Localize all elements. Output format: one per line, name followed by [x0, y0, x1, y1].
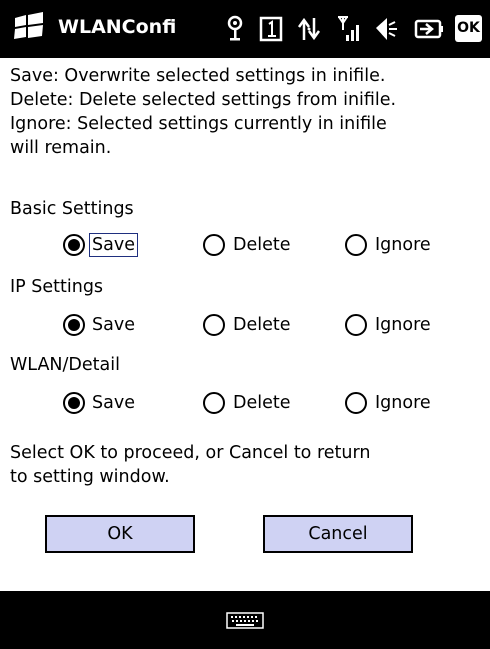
wlan-delete-label[interactable]: Delete [233, 392, 291, 414]
battery-icon[interactable] [414, 14, 444, 44]
wlan-save-radio[interactable] [63, 392, 85, 414]
ip-delete-label[interactable]: Delete [233, 314, 291, 336]
ok-button[interactable]: OK [45, 515, 195, 553]
window-title: WLANConfi [58, 16, 177, 38]
basic-save-label[interactable]: Save [89, 233, 138, 257]
info-line-2: Delete: Delete selected settings from in… [10, 90, 397, 110]
wlan-ignore-label[interactable]: Ignore [375, 392, 431, 414]
ok-title-button[interactable]: OK [455, 15, 482, 42]
keyboard-icon[interactable] [226, 612, 264, 629]
cancel-button[interactable]: Cancel [263, 515, 413, 553]
info-line-4: will remain. [10, 138, 112, 158]
wlan-detail-label: WLAN/Detail [10, 355, 120, 375]
prompt-line-2: to setting window. [10, 467, 170, 487]
basic-settings-label: Basic Settings [10, 199, 134, 219]
ip-settings-label: IP Settings [10, 277, 104, 297]
info-line-3: Ignore: Selected settings currently in i… [10, 114, 387, 134]
title-bar: WLANConfi OK [0, 0, 490, 58]
connectivity-icon[interactable] [224, 14, 246, 44]
basic-ignore-radio[interactable] [345, 234, 367, 256]
ip-delete-radio[interactable] [203, 314, 225, 336]
info-line-1: Save: Overwrite selected settings in ini… [10, 66, 386, 86]
speaker-mute-icon[interactable] [373, 14, 399, 44]
ip-ignore-label[interactable]: Ignore [375, 314, 431, 336]
sync-arrows-icon[interactable] [296, 14, 322, 44]
ip-save-label[interactable]: Save [92, 314, 135, 336]
basic-save-radio[interactable] [63, 234, 85, 256]
basic-delete-label[interactable]: Delete [233, 234, 291, 256]
wlan-delete-radio[interactable] [203, 392, 225, 414]
ip-ignore-radio[interactable] [345, 314, 367, 336]
wlan-ignore-radio[interactable] [345, 392, 367, 414]
start-flag-icon[interactable] [12, 12, 46, 42]
ip-save-radio[interactable] [63, 314, 85, 336]
wlan-save-label[interactable]: Save [92, 392, 135, 414]
bottom-bar [0, 591, 490, 649]
prompt-line-1: Select OK to proceed, or Cancel to retur… [10, 443, 371, 463]
dialog-content: Save: Overwrite selected settings in ini… [0, 58, 490, 591]
basic-ignore-label[interactable]: Ignore [375, 234, 431, 256]
one-icon[interactable] [259, 14, 283, 44]
signal-icon[interactable] [336, 14, 360, 44]
basic-delete-radio[interactable] [203, 234, 225, 256]
